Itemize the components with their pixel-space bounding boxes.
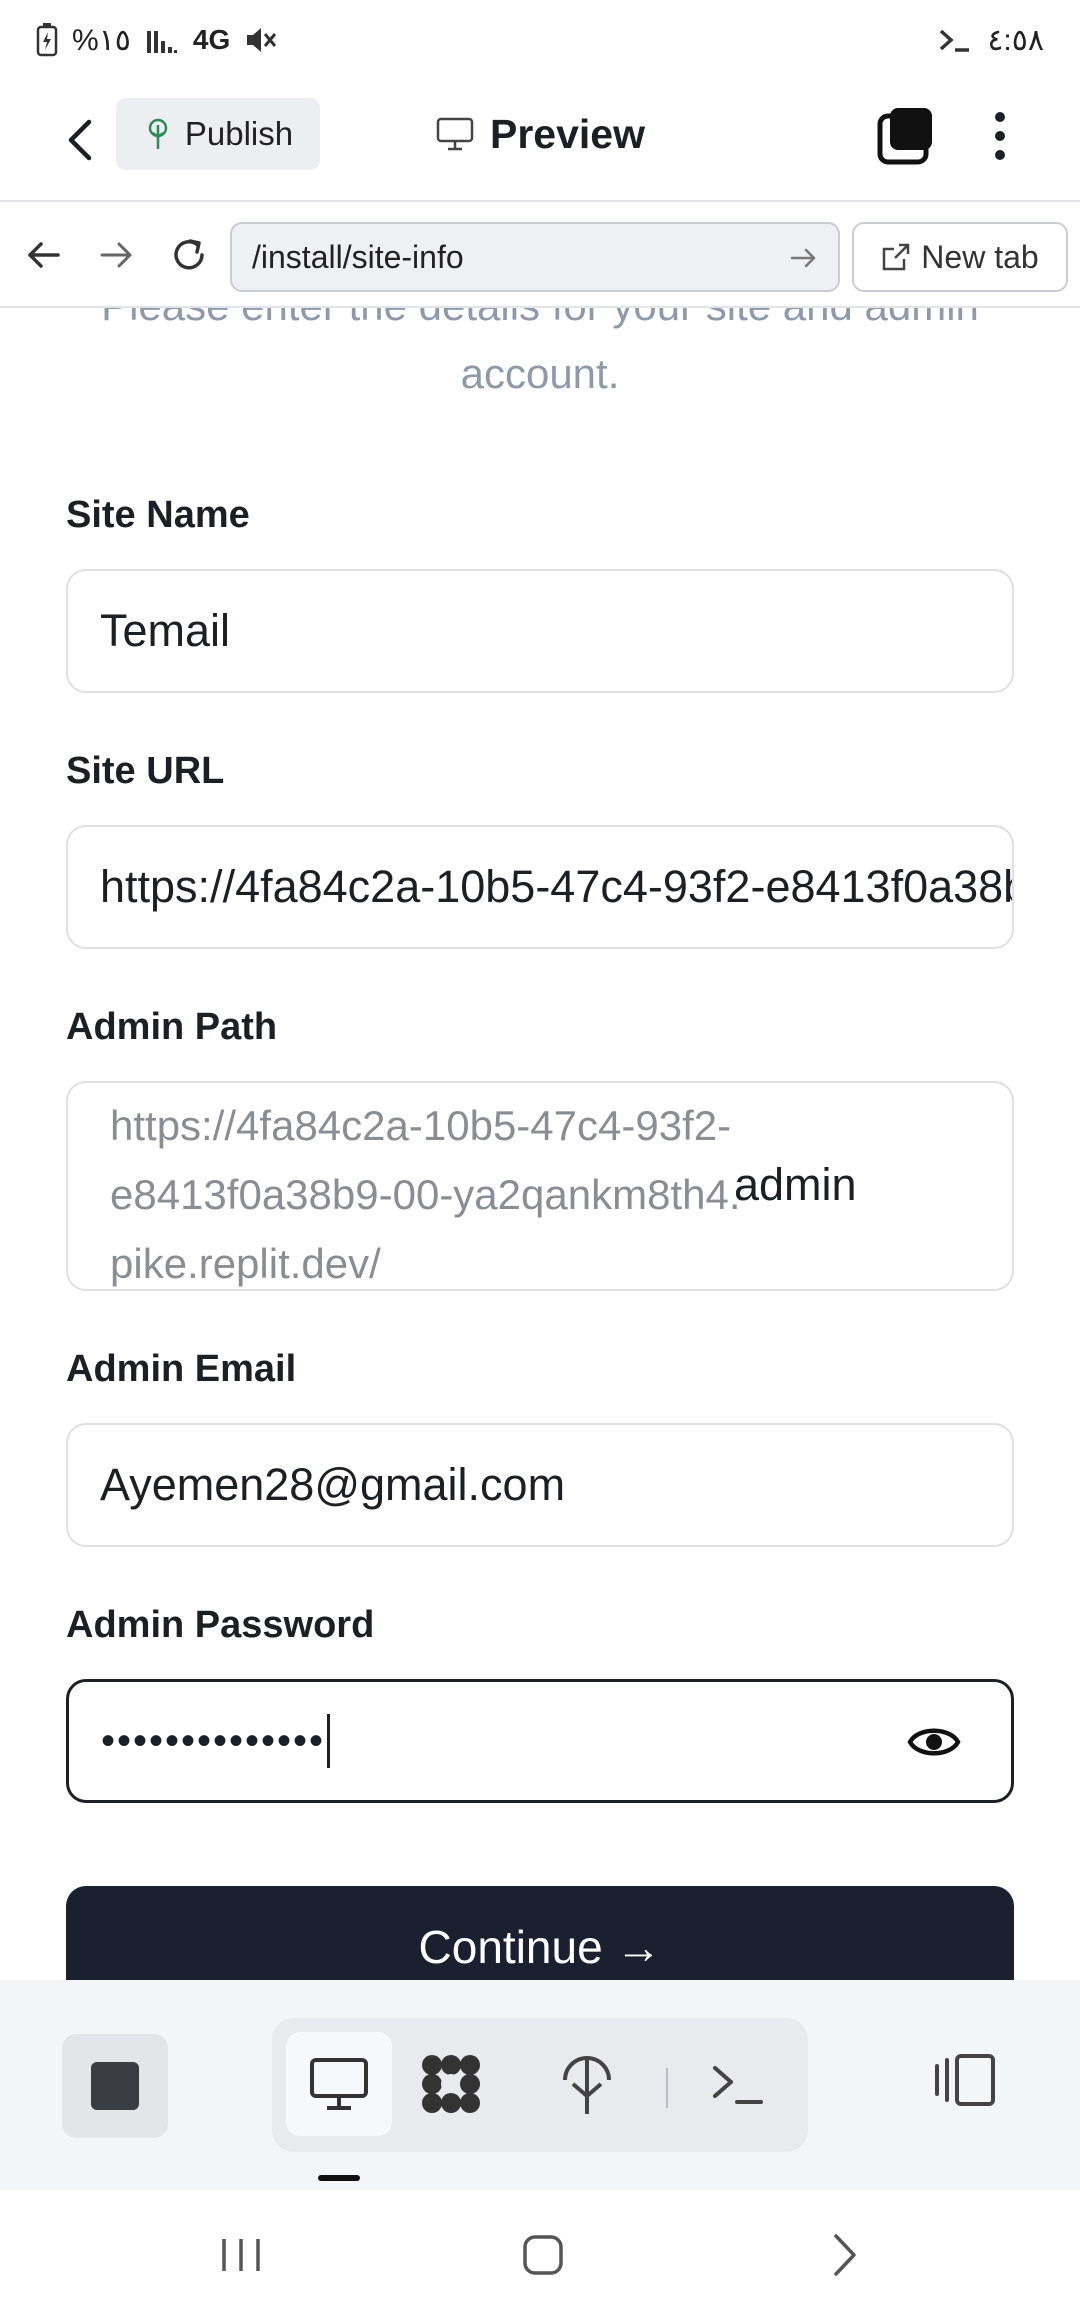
url-text: /install/site-info bbox=[252, 238, 464, 275]
panels-button[interactable] bbox=[930, 2040, 1000, 2120]
site-url-value: https://4fa84c2a-10b5-47c4-93f2-e8413f0a… bbox=[100, 861, 1012, 912]
dot-icon bbox=[995, 131, 1005, 141]
deploy-tool-button[interactable] bbox=[534, 2032, 640, 2136]
external-link-icon bbox=[883, 243, 910, 271]
monitor-icon bbox=[310, 2058, 368, 2110]
tabs-button[interactable] bbox=[876, 106, 936, 166]
admin-path-input[interactable]: https://4fa84c2a-10b5-47c4-93f2-e8413f0a… bbox=[66, 1081, 1014, 1291]
chevron-right-icon bbox=[834, 2234, 856, 2276]
terminal-icon bbox=[713, 2066, 763, 2104]
tool-separator bbox=[666, 2068, 668, 2108]
admin-path-label: Admin Path bbox=[66, 1006, 278, 1048]
admin-password-label: Admin Password bbox=[66, 1604, 375, 1646]
deploy-icon bbox=[563, 2056, 611, 2114]
admin-path-prefix: https://4fa84c2a-10b5-47c4-93f2-e8413f0a… bbox=[110, 1102, 741, 1287]
stop-icon bbox=[91, 2062, 139, 2110]
agent-icon bbox=[422, 2055, 480, 2113]
dot-icon bbox=[995, 150, 1005, 160]
continue-label: Continue → bbox=[418, 1921, 662, 1973]
publish-label: Publish bbox=[184, 115, 294, 152]
chevron-left-icon bbox=[68, 119, 92, 161]
tool-group bbox=[272, 2018, 808, 2152]
battery-percent: %١٥ bbox=[72, 23, 131, 57]
dot-icon bbox=[995, 112, 1005, 122]
admin-email-label: Admin Email bbox=[66, 1348, 297, 1390]
recent-apps-icon bbox=[222, 2239, 260, 2271]
system-back-button[interactable] bbox=[810, 2220, 880, 2290]
admin-email-input[interactable]: Ayemen28@gmail.com bbox=[66, 1423, 1014, 1547]
app-bar: Publish Preview bbox=[0, 80, 1080, 202]
url-bar[interactable]: /install/site-info bbox=[230, 222, 840, 292]
terminal-status-icon bbox=[940, 29, 970, 52]
signal-icon bbox=[146, 31, 177, 53]
reload-icon bbox=[174, 239, 204, 270]
home-icon bbox=[523, 2235, 563, 2275]
go-arrow-icon[interactable] bbox=[788, 242, 820, 274]
agent-tool-button[interactable] bbox=[398, 2032, 504, 2136]
home-button[interactable] bbox=[508, 2220, 578, 2290]
status-bar: %١٥ 4G ٤:٥٨ bbox=[0, 0, 1080, 80]
publish-icon bbox=[148, 118, 168, 149]
text-caret bbox=[327, 1714, 331, 1768]
console-tool-button[interactable] bbox=[684, 2032, 790, 2136]
preview-title: Preview bbox=[436, 98, 645, 170]
eye-icon[interactable] bbox=[907, 1718, 961, 1766]
battery-icon bbox=[36, 23, 58, 57]
admin-path-value: admin bbox=[734, 1159, 857, 1210]
site-url-label: Site URL bbox=[66, 750, 225, 792]
admin-password-input[interactable]: •••••••••••••• bbox=[66, 1679, 1014, 1803]
install-form: Please enter the details for your site a… bbox=[0, 308, 1080, 1980]
page-title: Preview bbox=[490, 110, 645, 157]
workspace-toolbar bbox=[0, 1980, 1080, 2190]
stop-button[interactable] bbox=[62, 2034, 168, 2138]
mute-icon bbox=[247, 28, 277, 52]
publish-button[interactable]: Publish bbox=[116, 98, 320, 170]
reload-button[interactable] bbox=[164, 230, 214, 280]
site-url-input[interactable]: https://4fa84c2a-10b5-47c4-93f2-e8413f0a… bbox=[66, 825, 1014, 949]
arrow-right-icon bbox=[100, 242, 132, 268]
browser-back-button[interactable] bbox=[18, 230, 68, 280]
arrow-left-icon bbox=[28, 242, 60, 268]
preview-tool-button[interactable] bbox=[286, 2032, 392, 2136]
panels-icon bbox=[935, 2054, 995, 2106]
system-navigation-bar bbox=[0, 2190, 1080, 2316]
monitor-icon bbox=[436, 117, 474, 151]
status-right: ٤:٥٨ bbox=[937, 23, 1044, 58]
continue-button[interactable]: Continue → bbox=[66, 1886, 1014, 1980]
clock: ٤:٥٨ bbox=[987, 23, 1044, 57]
site-name-input[interactable]: Temail bbox=[66, 569, 1014, 693]
tabs-icon bbox=[877, 108, 932, 165]
new-tab-button[interactable]: New tab bbox=[852, 222, 1068, 292]
form-subtitle: Please enter the details for your site a… bbox=[101, 308, 979, 397]
status-left: %١٥ 4G bbox=[36, 23, 278, 58]
active-tool-indicator bbox=[318, 2175, 360, 2181]
recent-apps-button[interactable] bbox=[206, 2220, 276, 2290]
new-tab-label: New tab bbox=[921, 238, 1039, 275]
browser-bar: /install/site-info New tab bbox=[0, 204, 1080, 308]
admin-email-value: Ayemen28@gmail.com bbox=[100, 1459, 566, 1510]
site-name-label: Site Name bbox=[66, 494, 250, 536]
back-button[interactable] bbox=[50, 110, 110, 170]
browser-forward-button[interactable] bbox=[92, 230, 142, 280]
network-type: 4G bbox=[192, 24, 231, 55]
site-name-value: Temail bbox=[100, 605, 231, 656]
password-masked-value: •••••••••••••• bbox=[101, 1718, 326, 1763]
more-options-button[interactable] bbox=[980, 104, 1020, 168]
